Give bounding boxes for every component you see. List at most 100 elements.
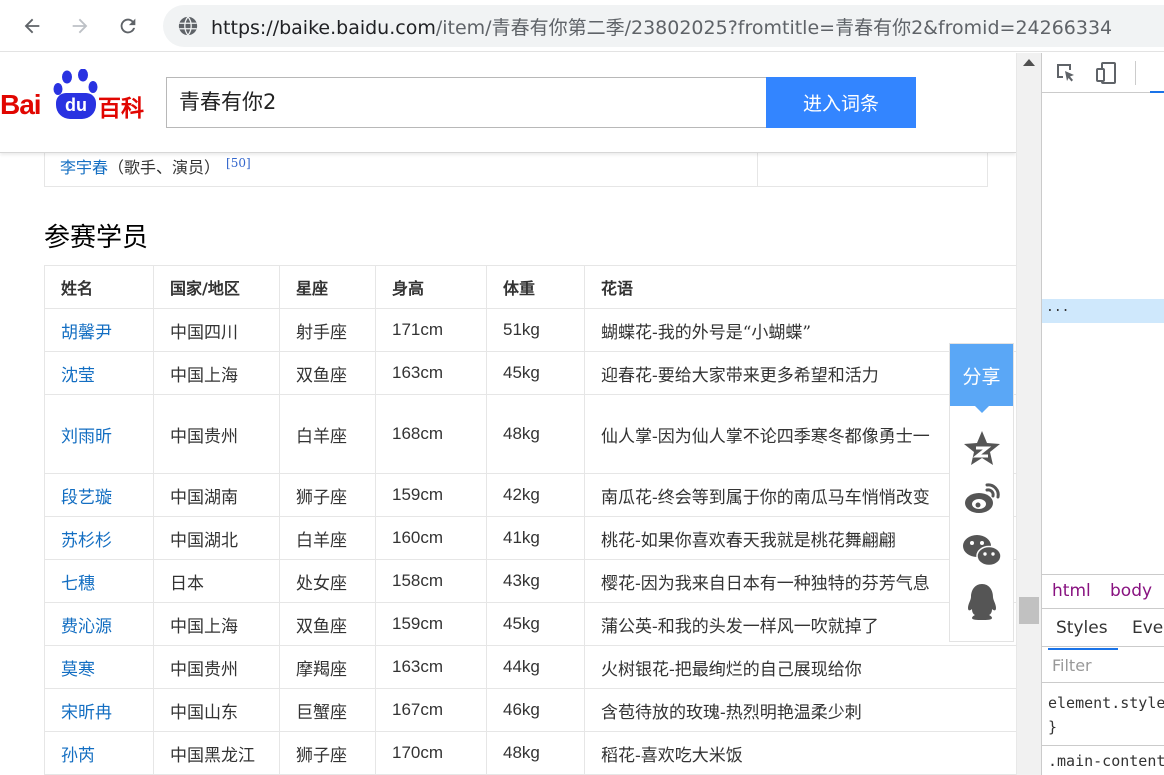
table-row: 沈莹 中国上海 双鱼座 163cm 45kg 迎春花-要给大家带来更多希望和活力 [44, 351, 1016, 395]
height-cell: 160cm [375, 516, 487, 560]
sign-cell: 巨蟹座 [279, 688, 376, 732]
contestant-name-link[interactable]: 七穗 [44, 559, 154, 603]
table-row: 孙芮 中国黑龙江 狮子座 170cm 48kg 稻花-喜欢吃大米饭 [44, 731, 1016, 775]
weight-cell: 42kg [486, 473, 585, 517]
contestant-name-link[interactable]: 费沁源 [44, 602, 154, 646]
member-link[interactable]: 李宇春 [60, 158, 108, 177]
reference-link[interactable]: [50] [226, 156, 251, 170]
region-cell: 中国湖南 [153, 473, 280, 517]
weight-cell: 46kg [486, 688, 585, 732]
wechat-icon[interactable] [962, 530, 1002, 570]
sign-cell: 白羊座 [279, 394, 376, 474]
height-cell: 168cm [375, 394, 487, 474]
sign-cell: 白羊座 [279, 516, 376, 560]
dom-breadcrumb: html body [1042, 574, 1164, 609]
inspect-element-icon[interactable] [1054, 61, 1078, 85]
height-cell: 159cm [375, 602, 487, 646]
styles-filter-input[interactable]: Filter [1042, 647, 1164, 683]
toolbar-separator [1135, 61, 1136, 85]
column-header-sign: 星座 [279, 265, 376, 309]
device-toolbar-icon[interactable] [1094, 61, 1118, 85]
sign-cell: 双鱼座 [279, 602, 376, 646]
sign-cell: 摩羯座 [279, 645, 376, 689]
region-cell: 中国湖北 [153, 516, 280, 560]
arrow-left-icon [24, 18, 40, 34]
reload-button[interactable] [112, 10, 144, 42]
address-bar[interactable]: https://baike.baidu.com/item/青春有你第二季/238… [163, 5, 1164, 47]
contestant-name-link[interactable]: 段艺璇 [44, 473, 154, 517]
tab-event-listeners[interactable]: Even [1132, 618, 1164, 638]
section-title: 参赛学员 [44, 223, 149, 253]
weight-cell: 48kg [486, 394, 585, 474]
height-cell: 158cm [375, 559, 487, 603]
page-scrollbar[interactable] [1016, 53, 1041, 775]
table-row: 莫寒 中国贵州 摩羯座 163cm 44kg 火树银花-把最绚烂的自己展现给你 [44, 645, 1016, 689]
contestant-name-link[interactable]: 苏杉杉 [44, 516, 154, 560]
contestant-name-link[interactable]: 沈莹 [44, 351, 154, 395]
member-role: （歌手、演员） [108, 158, 221, 177]
url-path: /item/青春有你第二季/23802025?fromtitle=青春有你2&f… [435, 16, 1113, 39]
weight-cell: 44kg [486, 645, 585, 689]
selected-dom-node[interactable]: ... [1042, 299, 1164, 323]
weight-cell: 45kg [486, 602, 585, 646]
enter-entry-button[interactable]: 进入词条 [766, 77, 916, 128]
weight-cell: 43kg [486, 559, 585, 603]
region-cell: 日本 [153, 559, 280, 603]
sign-cell: 狮子座 [279, 731, 376, 775]
search-input[interactable]: 青春有你2 [166, 77, 767, 128]
reload-icon [120, 18, 136, 34]
back-button[interactable] [16, 10, 48, 42]
url-text[interactable]: https://baike.baidu.com/item/青春有你第二季/238… [211, 13, 1112, 40]
weibo-icon[interactable] [962, 479, 1002, 519]
previous-table-cell: 李宇春（歌手、演员） [50] [60, 154, 251, 178]
sign-cell: 处女座 [279, 559, 376, 603]
column-header-height: 身高 [375, 265, 487, 309]
scroll-up-arrow-icon[interactable] [1023, 59, 1035, 66]
contestant-name-link[interactable]: 宋昕冉 [44, 688, 154, 732]
browser-toolbar: https://baike.baidu.com/item/青春有你第二季/238… [0, 0, 1164, 52]
region-cell: 中国贵州 [153, 645, 280, 689]
scrollbar-thumb[interactable] [1019, 597, 1039, 624]
devtools-subtabs: Styles Even [1042, 609, 1164, 650]
contestant-name-link[interactable]: 孙芮 [44, 731, 154, 775]
crumb-body[interactable]: body [1110, 581, 1152, 601]
css-rule-selector[interactable]: .main-content [1048, 752, 1164, 770]
flower-cell: 稻花-喜欢吃大米饭 [584, 731, 1016, 775]
active-tab-indicator [1150, 91, 1164, 93]
qzone-icon[interactable] [962, 429, 1002, 469]
region-cell: 中国上海 [153, 602, 280, 646]
contestant-name-link[interactable]: 胡馨尹 [44, 308, 154, 352]
height-cell: 163cm [375, 351, 487, 395]
table-header-row: 姓名 国家/地区 星座 身高 体重 花语 [44, 265, 1016, 309]
table-row: 刘雨昕 中国贵州 白羊座 168cm 48kg 仙人掌-因为仙人掌不论四季寒冬都… [44, 394, 1016, 474]
sign-cell: 双鱼座 [279, 351, 376, 395]
main-content: 李宇春（歌手、演员） [50] 参赛学员 姓名 国家/地区 星座 身高 体重 花语… [0, 53, 1016, 775]
contestant-name-link[interactable]: 刘雨昕 [44, 394, 154, 474]
css-rule-selector[interactable]: element.style [1048, 694, 1164, 712]
column-header-region: 国家/地区 [153, 265, 280, 309]
column-header-flower: 花语 [584, 265, 1016, 309]
column-header-name: 姓名 [44, 265, 154, 309]
contestant-name-link[interactable]: 莫寒 [44, 645, 154, 689]
crumb-html[interactable]: html [1052, 581, 1091, 601]
height-cell: 167cm [375, 688, 487, 732]
logo-du-text: du [56, 93, 96, 119]
site-header: Bai du 百科 青春有你2 进入词条 [0, 53, 1016, 153]
css-rule-close: } [1048, 718, 1058, 736]
weight-cell: 51kg [486, 308, 585, 352]
share-button[interactable]: 分享 [950, 344, 1013, 413]
region-cell: 中国黑龙江 [153, 731, 280, 775]
baidu-baike-logo[interactable]: Bai du 百科 [0, 69, 155, 125]
flower-cell: 火树银花-把最绚烂的自己展现给你 [584, 645, 1016, 689]
height-cell: 171cm [375, 308, 487, 352]
table-row: 苏杉杉 中国湖北 白羊座 160cm 41kg 桃花-如果你喜欢春天我就是桃花舞… [44, 516, 1016, 560]
height-cell: 163cm [375, 645, 487, 689]
region-cell: 中国贵州 [153, 394, 280, 474]
forward-button[interactable] [64, 10, 96, 42]
column-header-weight: 体重 [486, 265, 585, 309]
table-divider [757, 149, 758, 187]
tab-styles[interactable]: Styles [1048, 618, 1118, 650]
qq-icon[interactable] [962, 582, 1002, 622]
devtools-panel: ... html body Styles Even Filter element… [1041, 53, 1164, 775]
sign-cell: 射手座 [279, 308, 376, 352]
